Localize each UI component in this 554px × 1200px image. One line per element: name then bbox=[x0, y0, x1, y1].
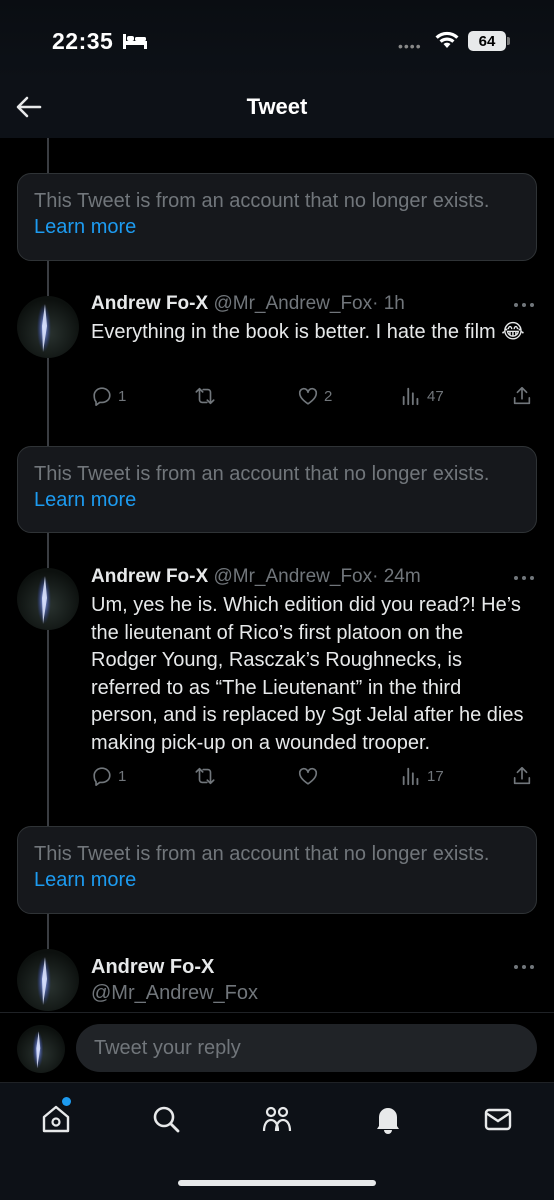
retweet-icon bbox=[195, 387, 215, 405]
author-handle[interactable]: @Mr_Andrew_Fox bbox=[213, 566, 372, 587]
views-icon bbox=[402, 387, 419, 406]
sleep-focus-icon bbox=[123, 34, 147, 49]
battery-tip bbox=[507, 37, 510, 45]
avatar-image bbox=[37, 304, 51, 352]
battery-indicator: 64 bbox=[468, 31, 506, 51]
main-tweet-author[interactable]: Andrew Fo-X @Mr_Andrew_Fox bbox=[91, 954, 531, 1006]
thread-line bbox=[47, 358, 49, 446]
thread-line bbox=[47, 630, 49, 826]
views-button[interactable]: 47 bbox=[400, 385, 444, 407]
notifications-icon[interactable] bbox=[372, 1103, 404, 1135]
communities-icon[interactable] bbox=[261, 1103, 293, 1135]
reply-icon bbox=[93, 387, 111, 406]
messages-icon[interactable] bbox=[482, 1103, 514, 1135]
reply-input[interactable]: Tweet your reply bbox=[76, 1024, 537, 1072]
more-options-icon[interactable] bbox=[512, 301, 536, 309]
reply-button[interactable]: 1 bbox=[91, 385, 126, 407]
signal-dots-icon: •••• bbox=[398, 38, 422, 54]
avatar-image bbox=[37, 576, 51, 624]
avatar-image bbox=[32, 1031, 44, 1069]
like-count: 2 bbox=[324, 387, 333, 405]
tweet[interactable]: Andrew Fo-X @Mr_Andrew_Fox· 1h Everythin… bbox=[91, 291, 531, 347]
share-button[interactable] bbox=[511, 385, 533, 407]
tweet-actions: 1 2 47 bbox=[91, 385, 536, 409]
like-button[interactable] bbox=[297, 765, 324, 787]
reply-count: 1 bbox=[118, 767, 127, 785]
notice-text: This Tweet is from an account that no lo… bbox=[34, 190, 490, 212]
author-name[interactable]: Andrew Fo-X bbox=[91, 566, 208, 587]
tweet-header: Andrew Fo-X @Mr_Andrew_Fox· 1h bbox=[91, 291, 531, 317]
tweet-text: Um, yes he is. Which edition did you rea… bbox=[91, 594, 524, 754]
more-options-icon[interactable] bbox=[512, 574, 536, 582]
reply-button[interactable]: 1 bbox=[91, 765, 126, 787]
avatar[interactable] bbox=[17, 296, 79, 358]
author-name[interactable]: Andrew Fo-X bbox=[91, 954, 531, 980]
views-count: 17 bbox=[427, 767, 444, 785]
like-button[interactable]: 2 bbox=[297, 385, 332, 407]
my-avatar bbox=[17, 1025, 65, 1073]
deleted-tweet-notice: This Tweet is from an account that no lo… bbox=[17, 173, 537, 261]
deleted-tweet-notice: This Tweet is from an account that no lo… bbox=[17, 826, 537, 914]
more-options-icon[interactable] bbox=[512, 963, 536, 971]
top-bar: Tweet bbox=[0, 80, 554, 138]
author-name[interactable]: Andrew Fo-X bbox=[91, 293, 208, 314]
share-button[interactable] bbox=[511, 765, 533, 787]
tweet-time: · 24m bbox=[372, 566, 421, 587]
tweet[interactable]: Andrew Fo-X @Mr_Andrew_Fox· 24m Um, yes … bbox=[91, 564, 531, 757]
views-button[interactable]: 17 bbox=[400, 765, 444, 787]
thread-line bbox=[47, 913, 49, 949]
avatar[interactable] bbox=[17, 949, 79, 1011]
thread-line bbox=[47, 138, 49, 173]
learn-more-link[interactable]: Learn more bbox=[34, 487, 520, 513]
retweet-button[interactable] bbox=[194, 765, 221, 787]
tweet-actions: 1 17 bbox=[91, 765, 536, 789]
retweet-icon bbox=[195, 767, 215, 785]
status-bar: 22:35 •••• 64 bbox=[0, 0, 554, 80]
tweet-header: Andrew Fo-X @Mr_Andrew_Fox· 24m bbox=[91, 564, 531, 590]
retweet-button[interactable] bbox=[194, 385, 221, 407]
notice-text: This Tweet is from an account that no lo… bbox=[34, 843, 490, 865]
learn-more-link[interactable]: Learn more bbox=[34, 867, 520, 893]
tweet-time: · 1h bbox=[372, 293, 405, 314]
page-title: Tweet bbox=[246, 94, 308, 119]
views-count: 47 bbox=[427, 387, 444, 405]
avatar[interactable] bbox=[17, 568, 79, 630]
author-handle[interactable]: @Mr_Andrew_Fox bbox=[91, 980, 531, 1006]
wifi-icon bbox=[435, 31, 459, 48]
tweet-text: Everything in the book is better. I hate… bbox=[91, 321, 525, 343]
share-icon bbox=[513, 766, 531, 785]
share-icon bbox=[513, 386, 531, 405]
notice-text: This Tweet is from an account that no lo… bbox=[34, 463, 490, 485]
heart-icon bbox=[298, 387, 318, 405]
avatar-image bbox=[37, 957, 51, 1005]
home-notification-dot bbox=[62, 1097, 71, 1106]
search-icon[interactable] bbox=[150, 1103, 182, 1135]
thread-line bbox=[47, 260, 49, 296]
status-time: 22:35 bbox=[52, 28, 114, 54]
views-icon bbox=[402, 767, 419, 786]
author-handle[interactable]: @Mr_Andrew_Fox bbox=[213, 293, 372, 314]
reply-count: 1 bbox=[118, 387, 127, 405]
reply-bar: Tweet your reply bbox=[0, 1012, 554, 1082]
deleted-tweet-notice: This Tweet is from an account that no lo… bbox=[17, 446, 537, 533]
learn-more-link[interactable]: Learn more bbox=[34, 214, 520, 240]
home-icon[interactable] bbox=[40, 1103, 72, 1135]
thread-line bbox=[47, 532, 49, 568]
home-indicator bbox=[178, 1180, 376, 1186]
heart-icon bbox=[298, 767, 318, 785]
reply-icon bbox=[93, 767, 111, 786]
